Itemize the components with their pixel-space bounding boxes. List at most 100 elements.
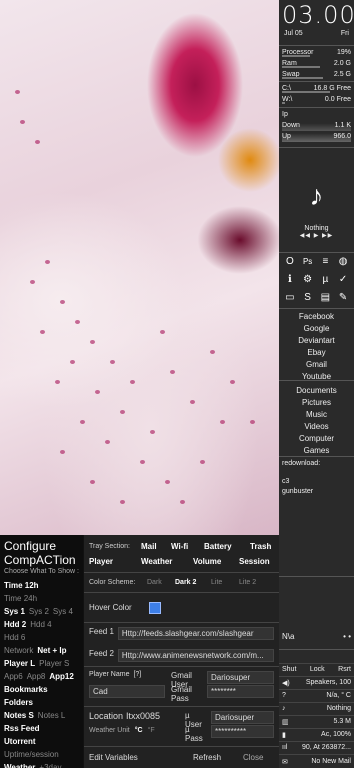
bookmark-link[interactable]: Ebay bbox=[282, 347, 351, 359]
gear-icon[interactable]: ⚙ bbox=[300, 272, 316, 286]
option-toggle[interactable]: Rss Feed bbox=[4, 722, 40, 735]
notes[interactable]: N\a • • bbox=[279, 577, 354, 650]
folder-icon[interactable]: ▤ bbox=[318, 291, 334, 305]
feed-item[interactable]: gunbuster bbox=[282, 487, 351, 497]
utorrent-icon[interactable]: µ bbox=[318, 272, 334, 286]
option-toggle[interactable]: Player L bbox=[4, 657, 35, 670]
option-toggle[interactable]: Sys 4 bbox=[53, 605, 73, 618]
tray-option[interactable]: Volume bbox=[193, 557, 239, 566]
player-controls[interactable]: ◀◀ ▶ ▶▶ bbox=[282, 232, 351, 239]
option-toggle[interactable]: Bookmarks bbox=[4, 683, 48, 696]
petal-spot bbox=[150, 430, 155, 434]
restart-button[interactable]: Rsrt bbox=[338, 666, 351, 673]
hover-color-swatch[interactable] bbox=[149, 601, 161, 614]
option-toggle[interactable]: Notes L bbox=[38, 709, 66, 722]
unit-c[interactable]: °C bbox=[135, 727, 143, 734]
option-toggle[interactable]: Network bbox=[4, 644, 33, 657]
folder-link[interactable]: Pictures bbox=[282, 397, 351, 409]
tray-option[interactable]: Session bbox=[239, 557, 270, 566]
player-help[interactable]: [?] bbox=[133, 671, 141, 685]
option-toggle[interactable]: Utorrent bbox=[4, 735, 36, 748]
option-toggle[interactable]: Uptime/session bbox=[4, 748, 59, 761]
shutdown-button[interactable]: Shut bbox=[282, 666, 296, 673]
location-input[interactable]: Itxx0085 bbox=[126, 711, 160, 727]
option-toggle[interactable]: Hdd 6 bbox=[4, 631, 25, 644]
option-toggle[interactable]: Net + Ip bbox=[37, 644, 66, 657]
folder-link[interactable]: Documents bbox=[282, 385, 351, 397]
scheme-option[interactable]: Dark bbox=[147, 579, 175, 586]
option-row: Notes S Notes L bbox=[4, 709, 79, 722]
player-status: Nothing bbox=[304, 225, 329, 232]
option-toggle[interactable]: App12 bbox=[49, 670, 73, 683]
window-icon[interactable]: ▭ bbox=[282, 291, 298, 305]
tray-battery[interactable]: ▮ Ac, 100% bbox=[279, 728, 354, 740]
tray-option[interactable]: Battery bbox=[204, 542, 250, 551]
check-icon[interactable]: ✓ bbox=[335, 272, 351, 286]
gmail-pass-input[interactable]: ******** bbox=[207, 685, 274, 698]
notes-dots-icon[interactable]: • • bbox=[343, 632, 351, 648]
mu-pass-input[interactable]: ********** bbox=[211, 725, 274, 738]
tray-wifi[interactable]: ııl 90, At 263872... bbox=[279, 741, 354, 753]
option-toggle[interactable]: App8 bbox=[27, 670, 46, 683]
close-button[interactable]: Close bbox=[243, 753, 263, 762]
option-toggle[interactable]: Player S bbox=[39, 657, 69, 670]
tray-weather[interactable]: ? N/a, ° C bbox=[279, 689, 354, 701]
bookmark-link[interactable]: Facebook bbox=[282, 311, 351, 323]
bookmark-link[interactable]: Gmail bbox=[282, 359, 351, 371]
brush-icon[interactable]: ✎ bbox=[335, 291, 351, 305]
tray-option[interactable]: Mail bbox=[141, 542, 171, 551]
gmail-user-input[interactable]: Dariosuper bbox=[207, 671, 274, 684]
folder-link[interactable]: Computer bbox=[282, 433, 351, 445]
info-icon[interactable]: ℹ bbox=[282, 272, 298, 286]
stat-ram: Ram 2.0 G bbox=[282, 58, 351, 69]
tray-mail[interactable]: ✉ No New Mail bbox=[279, 754, 354, 768]
sidebar: 03.00 Jul 05 Fri Processor 19% Ram 2.0 G S… bbox=[279, 0, 354, 768]
scheme-option[interactable]: Dark 2 bbox=[175, 579, 211, 586]
feed1-input[interactable]: Http://feeds.slashgear.com/slashgear bbox=[117, 627, 274, 641]
option-toggle[interactable]: Sys 1 bbox=[4, 605, 25, 618]
feed2-input[interactable]: Http://www.animenewsnetwork.com/m... bbox=[117, 648, 274, 662]
skype-icon[interactable]: S bbox=[300, 291, 316, 305]
tray-option[interactable]: Trash bbox=[250, 542, 271, 551]
option-toggle[interactable]: Time 24h bbox=[4, 592, 37, 605]
folder-link[interactable]: Videos bbox=[282, 421, 351, 433]
option-toggle[interactable]: App6 bbox=[4, 670, 23, 683]
scheme-option[interactable]: Lite 2 bbox=[239, 579, 256, 586]
tray-option[interactable]: Weather bbox=[141, 557, 193, 566]
option-toggle[interactable]: Hdd 4 bbox=[30, 618, 51, 631]
refresh-button[interactable]: Refresh bbox=[193, 753, 243, 762]
option-toggle[interactable]: Sys 2 bbox=[29, 605, 49, 618]
tray-speakers[interactable]: ◀) Speakers, 100 bbox=[279, 676, 354, 688]
bookmark-link[interactable]: Deviantart bbox=[282, 335, 351, 347]
tray-option[interactable]: Wi-fi bbox=[171, 542, 204, 551]
option-toggle[interactable]: Time 12h bbox=[4, 579, 39, 592]
player-name-label: Player Name bbox=[89, 671, 130, 678]
photoshop-icon[interactable]: Ps bbox=[300, 254, 316, 268]
stat-value: 2.5 G bbox=[333, 71, 351, 78]
folder-link[interactable]: Music bbox=[282, 409, 351, 421]
stat-processor: Processor 19% bbox=[282, 47, 351, 58]
player-name-input[interactable]: Cad bbox=[89, 685, 165, 698]
option-toggle[interactable]: +3day bbox=[39, 761, 61, 768]
scheme-option[interactable]: Lite bbox=[211, 579, 239, 586]
drive-c[interactable]: C:\ 16.8 G Free bbox=[282, 83, 351, 94]
option-toggle[interactable]: Weather bbox=[4, 761, 35, 768]
feed-item[interactable]: c3 bbox=[282, 477, 351, 487]
option-toggle[interactable]: Hdd 2 bbox=[4, 618, 26, 631]
unit-f[interactable]: °F bbox=[148, 727, 155, 734]
mu-user-input[interactable]: Dariosuper bbox=[211, 711, 274, 724]
option-toggle[interactable]: Notes S bbox=[4, 709, 34, 722]
bookmark-link[interactable]: Google bbox=[282, 323, 351, 335]
petal-spot bbox=[170, 370, 175, 374]
edit-variables-button[interactable]: Edit Variables bbox=[89, 753, 193, 762]
stack-icon[interactable]: ≡ bbox=[318, 254, 334, 268]
tray-option[interactable]: Player bbox=[89, 557, 141, 566]
opera-icon[interactable]: O bbox=[282, 254, 298, 268]
option-toggle[interactable]: Folders bbox=[4, 696, 33, 709]
globe-icon[interactable]: ◍ bbox=[335, 254, 351, 268]
folder-link[interactable]: Games bbox=[282, 445, 351, 457]
tray-player[interactable]: ♪ Nothing bbox=[279, 702, 354, 714]
tray-trash[interactable]: ▥ 5.3 M bbox=[279, 715, 354, 727]
drive-w[interactable]: W:\ 0.0 Free bbox=[282, 94, 351, 105]
lock-button[interactable]: Lock bbox=[310, 666, 325, 673]
